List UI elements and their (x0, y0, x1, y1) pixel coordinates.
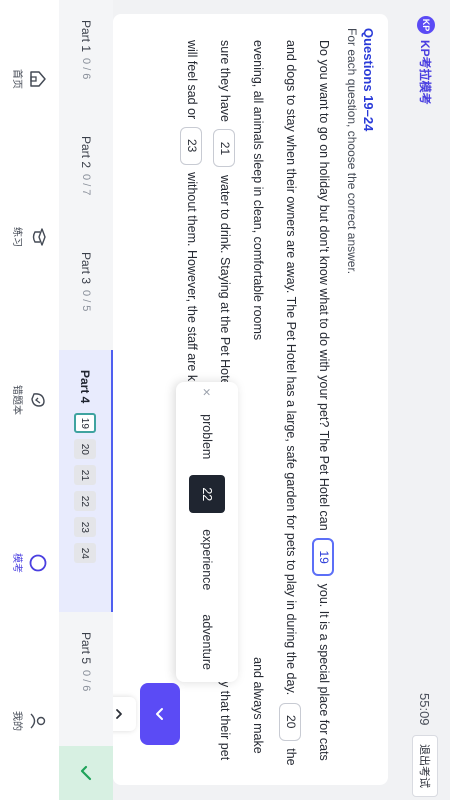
answer-gap-20[interactable]: 20 (279, 702, 302, 741)
header: KP KP考拉模考 55:09 退出考试 (388, 0, 450, 800)
question-number-19[interactable]: 19 (74, 413, 96, 434)
answer-gap-23[interactable]: 23 (180, 126, 203, 165)
chevron-down-icon (156, 708, 163, 720)
nav-home[interactable]: 首页 (11, 69, 48, 89)
answer-gap-21[interactable]: 21 (213, 129, 236, 168)
answer-gap-19[interactable]: 19 (312, 538, 335, 577)
nav-label: 首页 (11, 69, 22, 89)
submit-check-button[interactable] (59, 746, 113, 800)
part-progress: 0 / 6 (80, 670, 92, 692)
app-name: KP考拉模考 (418, 40, 433, 105)
question-number-24[interactable]: 24 (74, 543, 96, 564)
part-label: Part 1 (79, 20, 93, 53)
question-number-list: 19 20 21 22 23 24 (74, 413, 96, 564)
nav-profile[interactable]: 我的 (11, 711, 48, 731)
previous-question-button[interactable] (113, 697, 136, 731)
exam-screen: KP KP考拉模考 55:09 退出考试 Questions 19–24 For… (0, 0, 450, 800)
mock-exam-icon (29, 554, 47, 572)
question-instruction: For each question, choose the correct an… (345, 28, 359, 275)
mistakes-icon (31, 393, 45, 407)
question-header: Questions 19–24 For each question, choos… (345, 28, 376, 274)
nav-label: 练习 (11, 227, 22, 247)
part-label: Part 3 (79, 252, 93, 285)
question-title: Questions 19–24 (361, 28, 376, 132)
app-logo: KP KP考拉模考 (417, 16, 435, 105)
part-label: Part 2 (79, 136, 93, 169)
practice-icon (32, 228, 46, 246)
option-selected-marker[interactable]: 22 (189, 475, 225, 514)
question-number-20[interactable]: 20 (74, 439, 96, 460)
nav-label: 我的 (11, 711, 22, 731)
nav-mock-exam[interactable]: 模考 (11, 553, 48, 573)
question-card: Questions 19–24 For each question, choos… (113, 14, 388, 785)
option-problem[interactable]: problem (176, 402, 238, 471)
question-number-23[interactable]: 23 (74, 517, 96, 538)
nav-mistakes[interactable]: 错题本 (11, 385, 48, 415)
option-experience[interactable]: experience (176, 517, 238, 602)
bottom-navigation: 首页 练习 错题本 模考 我的 (0, 0, 59, 800)
part-progress: 0 / 5 (80, 290, 92, 312)
part-tab-1[interactable]: Part 1 0 / 6 (59, 0, 113, 116)
parts-bar: Part 1 0 / 6 Part 2 0 / 7 Part 3 0 / 5 P… (59, 0, 113, 800)
part-progress: 0 / 6 (80, 58, 92, 80)
part-progress: 0 / 7 (80, 174, 92, 196)
answer-options-popup: × problem 22 experience adventure (176, 382, 238, 682)
next-question-button[interactable] (140, 683, 180, 745)
home-icon (30, 71, 46, 87)
option-adventure[interactable]: adventure (176, 602, 238, 682)
exit-exam-button[interactable]: 退出考试 (412, 735, 438, 797)
part-tab-3[interactable]: Part 3 0 / 5 (59, 232, 113, 350)
logo-badge: KP (417, 16, 435, 34)
part-tab-5[interactable]: Part 5 0 / 6 (59, 612, 113, 746)
close-icon[interactable]: × (199, 382, 215, 402)
part-tab-2[interactable]: Part 2 0 / 7 (59, 116, 113, 232)
part-tab-4[interactable]: Part 4 19 20 21 22 23 24 (59, 350, 113, 612)
check-icon (80, 765, 92, 781)
nav-practice[interactable]: 练习 (11, 227, 48, 247)
exam-timer: 55:09 (417, 693, 432, 726)
question-number-22[interactable]: 22 (74, 491, 96, 512)
part-label: Part 5 (79, 632, 93, 665)
part-label: Part 4 (78, 370, 92, 404)
nav-label: 模考 (11, 553, 22, 573)
nav-label: 错题本 (11, 385, 22, 415)
chevron-up-icon (116, 709, 122, 719)
profile-icon (30, 713, 46, 729)
passage-sentence: Do you want to go on holiday but don't k… (317, 40, 331, 531)
question-number-21[interactable]: 21 (74, 465, 96, 486)
